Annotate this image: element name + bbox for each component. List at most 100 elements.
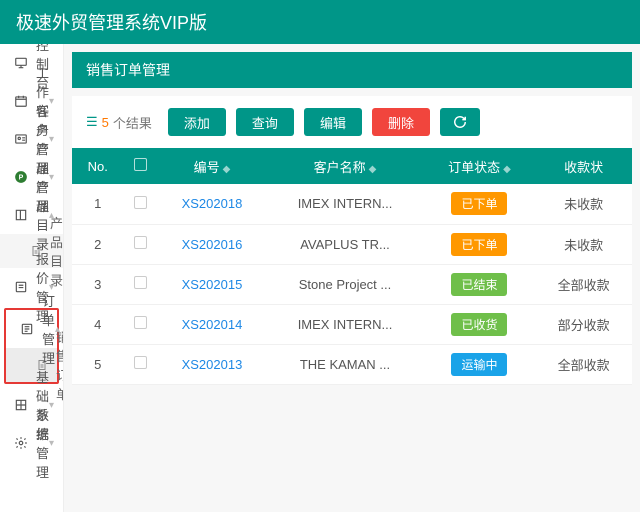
list-icon: ☰ xyxy=(86,114,98,130)
quote-icon xyxy=(14,280,28,294)
edit-button[interactable]: 编辑 xyxy=(304,108,362,136)
col-no[interactable]: No. xyxy=(72,148,123,184)
col-customer[interactable]: 客户名称◆ xyxy=(266,148,423,184)
toolbar: ☰ 5 个结果 添加 查询 编辑 删除 xyxy=(72,96,632,148)
cell-code[interactable]: XS202016 xyxy=(157,224,266,264)
col-code[interactable]: 编号◆ xyxy=(157,148,266,184)
calendar-icon xyxy=(14,94,28,108)
sidebar-item-2[interactable]: 客户管理▾ xyxy=(0,120,63,158)
table-row[interactable]: 1XS202018IMEX INTERN...已下单未收款 xyxy=(72,184,632,224)
col-pay[interactable]: 收款状 xyxy=(535,148,632,184)
row-checkbox[interactable] xyxy=(134,196,147,209)
cell-checkbox[interactable] xyxy=(123,344,157,384)
cell-status: 已下单 xyxy=(424,224,536,264)
cell-checkbox[interactable] xyxy=(123,224,157,264)
row-checkbox[interactable] xyxy=(134,236,147,249)
sort-icon: ◆ xyxy=(503,164,511,175)
sidebar-item-1[interactable]: 工作任务▾ xyxy=(0,82,63,120)
chevron-down-icon: ▾ xyxy=(49,400,54,411)
main-area: 销售订单管理 ☰ 5 个结果 添加 查询 编辑 删除 No. xyxy=(64,44,640,512)
sort-icon: ◆ xyxy=(369,164,377,175)
table-row[interactable]: 3 XS202015Stone Project ... 已结束 全部收款 xyxy=(72,264,632,304)
cell-no: 4 xyxy=(72,304,123,344)
cell-code[interactable]: XS202015 xyxy=(157,264,266,304)
status-badge: 已收货 xyxy=(451,313,507,336)
status-badge: 运输中 xyxy=(451,353,507,376)
query-button[interactable]: 查询 xyxy=(236,108,294,136)
result-count: ☰ 5 个结果 xyxy=(86,113,152,132)
refresh-icon xyxy=(453,115,467,129)
cell-status: 运输中 xyxy=(424,344,536,384)
cell-customer: IMEX INTERN... xyxy=(266,184,423,224)
cell-customer: Stone Project ... xyxy=(266,264,423,304)
cell-no: 3 xyxy=(72,264,123,304)
app-title: 极速外贸管理系统VIP版 xyxy=(16,9,207,35)
chevron-down-icon: ▾ xyxy=(49,172,54,183)
col-status[interactable]: 订单状态◆ xyxy=(424,148,536,184)
cell-code[interactable]: XS202014 xyxy=(157,304,266,344)
table-row[interactable]: 4 XS202014IMEX INTERN... 已收货 部分收款 xyxy=(72,304,632,344)
chevron-down-icon: ▾ xyxy=(49,438,54,449)
cell-code[interactable]: XS202013 xyxy=(157,344,266,384)
chevron-up-icon: ▴ xyxy=(49,210,54,221)
cell-status: 已下单 xyxy=(424,184,536,224)
sidebar-item-7[interactable]: 基础数据▾ xyxy=(0,386,63,424)
cell-no: 1 xyxy=(72,184,123,224)
col-checkbox[interactable] xyxy=(123,148,157,184)
status-badge: 已下单 xyxy=(451,233,507,256)
add-button[interactable]: 添加 xyxy=(168,108,226,136)
sort-icon: ◆ xyxy=(223,164,231,175)
refresh-button[interactable] xyxy=(440,108,480,136)
sidebar-item-6[interactable]: 订单管理▴ xyxy=(6,310,57,348)
cell-pay: 未收款 xyxy=(535,224,632,264)
cell-checkbox[interactable] xyxy=(123,304,157,344)
sidebar-item-8[interactable]: 系统管理▾ xyxy=(0,424,63,462)
sidebar-item-label: 订单管理 xyxy=(42,291,55,367)
result-count-suffix: 个结果 xyxy=(113,113,152,132)
cell-customer: IMEX INTERN... xyxy=(266,304,423,344)
cell-checkbox[interactable] xyxy=(123,264,157,304)
sidebar-item-label: 产品目录 xyxy=(36,177,49,253)
status-badge: 已下单 xyxy=(451,192,507,215)
chevron-down-icon: ▾ xyxy=(49,134,54,145)
id-card-icon xyxy=(14,132,28,146)
status-badge: 已结束 xyxy=(451,273,507,296)
row-checkbox[interactable] xyxy=(134,276,147,289)
svg-text:P: P xyxy=(19,174,24,181)
sidebar-item-label: 系统管理 xyxy=(36,405,49,481)
cell-code[interactable]: XS202018 xyxy=(157,184,266,224)
delete-button[interactable]: 删除 xyxy=(372,108,430,136)
table-row[interactable]: 2 XS202016AVAPLUS TR... 已下单 未收款 xyxy=(72,224,632,264)
grid-icon xyxy=(14,398,28,412)
cell-pay: 全部收款 xyxy=(535,344,632,384)
cell-pay: 部分收款 xyxy=(535,304,632,344)
book-icon xyxy=(14,208,28,222)
sidebar-subitem[interactable]: 产品目录 xyxy=(0,234,63,268)
sidebar: 控制台工作任务▾客户管理▾P产品管理▾产品目录▴产品目录报价管理▾订单管理▴销售… xyxy=(0,44,64,512)
row-checkbox[interactable] xyxy=(134,316,147,329)
checkbox-all[interactable] xyxy=(134,158,147,171)
sidebar-item-0[interactable]: 控制台 xyxy=(0,44,63,82)
page-header: 销售订单管理 xyxy=(72,52,632,88)
order-icon xyxy=(20,322,34,336)
chevron-down-icon: ▾ xyxy=(49,96,54,107)
table-row[interactable]: 5 XS202013THE KAMAN ... 运输中 全部收款 xyxy=(72,344,632,384)
row-checkbox[interactable] xyxy=(134,356,147,369)
orders-table: No. 编号◆ 客户名称◆ 订单状态◆ 收款状 1XS202018IMEX IN… xyxy=(72,148,632,385)
sidebar-item-4[interactable]: 产品目录▴ xyxy=(0,196,63,234)
cell-customer: THE KAMAN ... xyxy=(266,344,423,384)
monitor-icon xyxy=(14,56,28,70)
table-wrap: No. 编号◆ 客户名称◆ 订单状态◆ 收款状 1XS202018IMEX IN… xyxy=(72,148,632,385)
cell-no: 2 xyxy=(72,224,123,264)
gear-icon xyxy=(14,436,28,450)
p-circle-icon: P xyxy=(14,170,28,184)
cell-no: 5 xyxy=(72,344,123,384)
chevron-up-icon: ▴ xyxy=(55,324,60,335)
sidebar-item-3[interactable]: P产品管理▾ xyxy=(0,158,63,196)
cell-customer: AVAPLUS TR... xyxy=(266,224,423,264)
cell-pay: 全部收款 xyxy=(535,264,632,304)
cell-checkbox[interactable] xyxy=(123,184,157,224)
cell-status: 已收货 xyxy=(424,304,536,344)
app-title-bar: 极速外贸管理系统VIP版 xyxy=(0,0,640,44)
page-header-text: 销售订单管理 xyxy=(86,60,170,80)
